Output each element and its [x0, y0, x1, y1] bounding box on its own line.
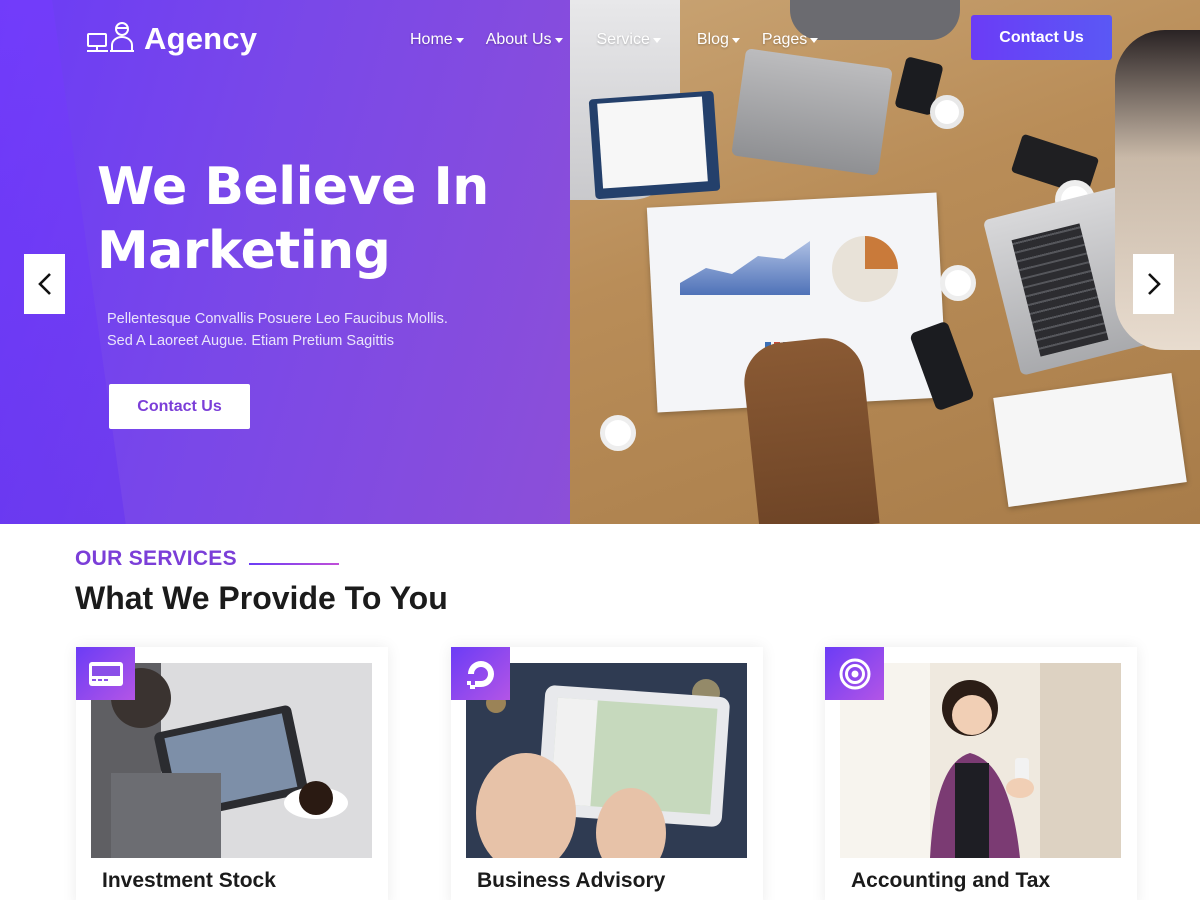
- service-card[interactable]: Investment Stock: [76, 647, 388, 900]
- caret-down-icon: [731, 37, 740, 43]
- chevron-right-icon: [1147, 273, 1161, 295]
- hero-subtitle: Pellentesque Convallis Posuere Leo Fauci…: [107, 311, 448, 349]
- slider-next-button[interactable]: [1133, 254, 1174, 314]
- service-card[interactable]: Business Advisory: [451, 647, 763, 900]
- hero-title: We Believe In Marketing: [97, 157, 489, 281]
- card-icon-badge: [451, 647, 510, 700]
- card-icon-badge: [825, 647, 884, 700]
- nav-about-us[interactable]: About Us: [486, 30, 563, 50]
- main-nav: Home About Us Service Blog Pages: [410, 30, 840, 50]
- nav-blog-label: Blog: [696, 31, 729, 48]
- target-icon: [839, 658, 870, 689]
- brand-name: Agency: [144, 21, 258, 56]
- nav-service-label: Service: [596, 31, 650, 48]
- eyebrow-divider: [248, 562, 339, 565]
- services-eyebrow: OUR SERVICES: [75, 547, 339, 571]
- nav-home[interactable]: Home: [410, 30, 464, 50]
- caret-down-icon: [554, 37, 563, 43]
- site-logo[interactable]: Agency: [86, 20, 257, 58]
- caret-down-icon: [455, 37, 464, 43]
- nav-about-label: About Us: [485, 31, 552, 48]
- hero-slider: Agency Home About Us Service Blog Pages …: [0, 0, 1200, 524]
- card-icon-badge: [76, 647, 135, 700]
- caret-down-icon: [652, 37, 661, 43]
- nav-pages[interactable]: Pages: [761, 30, 819, 50]
- card-title: Accounting and Tax: [851, 869, 1051, 892]
- credit-card-icon: [88, 661, 123, 686]
- nav-blog[interactable]: Blog: [697, 30, 740, 50]
- digitalocean-icon: [466, 660, 494, 689]
- slider-prev-button[interactable]: [24, 254, 65, 314]
- card-title: Business Advisory: [477, 869, 666, 892]
- nav-home-label: Home: [410, 31, 453, 48]
- service-card[interactable]: Accounting and Tax: [825, 647, 1137, 900]
- agent-desk-icon: [87, 22, 134, 52]
- header-contact-button[interactable]: Contact Us: [971, 15, 1112, 60]
- chevron-left-icon: [37, 273, 51, 295]
- caret-down-icon: [810, 37, 819, 43]
- hero-photo: [570, 0, 1200, 524]
- card-title: Investment Stock: [102, 869, 276, 892]
- services-title: What We Provide To You: [75, 580, 448, 616]
- nav-pages-label: Pages: [761, 31, 808, 48]
- nav-service[interactable]: Service: [597, 30, 661, 50]
- hero-contact-button[interactable]: Contact Us: [109, 384, 250, 429]
- services-eyebrow-text: OUR SERVICES: [75, 547, 237, 570]
